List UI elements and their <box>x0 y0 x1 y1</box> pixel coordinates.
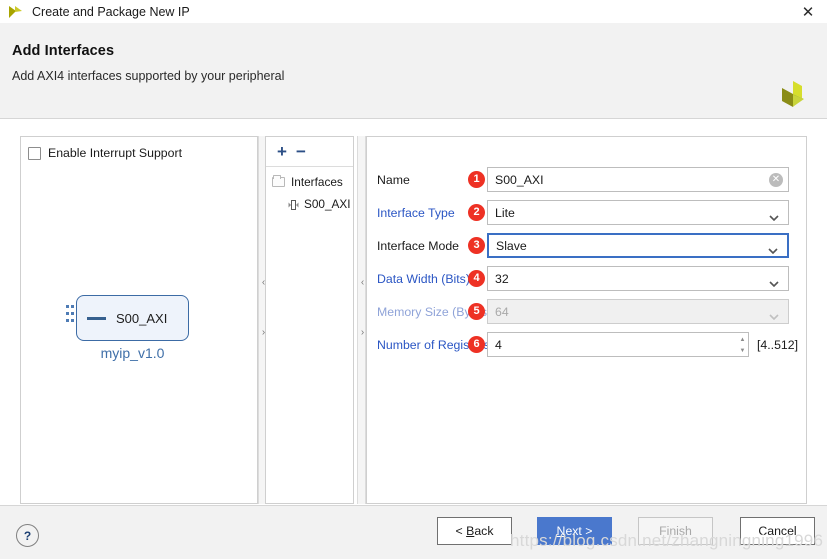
remove-interface-button[interactable]: − <box>296 143 306 160</box>
title-bar: Create and Package New IP ✕ <box>0 0 827 23</box>
name-input[interactable]: S00_AXI ✕ <box>487 167 789 192</box>
interface-type-value: Lite <box>495 205 515 220</box>
cancel-button[interactable]: Cancel <box>740 517 815 545</box>
chevron-down-icon <box>769 309 779 320</box>
number-of-registers-input[interactable]: 4 ▲ ▼ <box>487 332 749 357</box>
enable-interrupt-support-checkbox[interactable]: Enable Interrupt Support <box>28 146 182 160</box>
clear-icon[interactable]: ✕ <box>769 172 783 187</box>
data-width-dropdown[interactable]: 32 <box>487 266 789 291</box>
interface-mode-dropdown[interactable]: Slave <box>487 233 789 258</box>
back-button-label: < Back <box>455 524 494 538</box>
form-row-number-of-registers: Number of Registers 4 ▲ ▼ [4..512] <box>367 331 808 358</box>
window-title: Create and Package New IP <box>32 4 190 19</box>
form-row-data-width: Data Width (Bits) 32 <box>367 265 808 292</box>
spinner-down-icon[interactable]: ▼ <box>738 346 747 358</box>
finish-button-label: Finish <box>659 524 692 538</box>
ip-block-shape[interactable]: S00_AXI <box>66 295 189 341</box>
create-package-ip-dialog: Create and Package New IP ✕ Add Interfac… <box>0 0 827 559</box>
checkbox-label: Enable Interrupt Support <box>48 146 182 160</box>
annotation-badge-5: 5 <box>468 303 485 320</box>
chevron-down-icon <box>769 276 779 287</box>
next-button-label: Next > <box>556 524 593 538</box>
splitter-right[interactable]: ‹ › <box>357 136 366 504</box>
close-icon[interactable]: ✕ <box>797 2 819 22</box>
tree-toolbar: + − <box>266 137 353 167</box>
back-button[interactable]: < Back <box>437 517 512 545</box>
finish-button: Finish <box>638 517 713 545</box>
ip-port-bar-icon <box>87 316 106 320</box>
tree-item-s00-axi[interactable]: S00_AXI <box>288 197 351 211</box>
memory-size-dropdown: 64 <box>487 299 789 324</box>
memory-size-value: 64 <box>495 304 509 319</box>
form-row-name: Name S00_AXI ✕ <box>367 166 808 193</box>
folder-icon <box>272 175 285 187</box>
form-row-interface-mode: Interface Mode Slave <box>367 232 808 259</box>
next-button[interactable]: Next > <box>537 517 612 545</box>
annotation-badge-3: 3 <box>468 237 485 254</box>
checkbox-box[interactable] <box>28 146 41 160</box>
tree-item-s00-axi-label: S00_AXI <box>304 197 351 211</box>
number-of-registers-value: 4 <box>495 337 502 352</box>
dialog-body: Enable Interrupt Support S00_AXI myip_v1… <box>0 120 827 505</box>
add-interface-button[interactable]: + <box>277 143 287 160</box>
spinner-icon[interactable]: ▲ ▼ <box>738 334 747 357</box>
page-subtitle: Add AXI4 interfaces supported by your pe… <box>12 69 285 83</box>
ip-pins-icon <box>66 305 75 332</box>
annotation-badge-4: 4 <box>468 270 485 287</box>
interfaces-tree-panel: + − Interfaces S00_AXI <box>265 136 354 504</box>
ip-block-caption: myip_v1.0 <box>100 345 165 361</box>
form-row-interface-type: Interface Type Lite <box>367 199 808 226</box>
chevron-down-icon <box>768 243 778 254</box>
number-of-registers-range: [4..512] <box>757 337 799 352</box>
dialog-header: Add Interfaces Add AXI4 interfaces suppo… <box>0 23 827 119</box>
interface-properties-panel: Name S00_AXI ✕ Interface Type Lite Inter… <box>366 136 807 504</box>
vivado-logo-icon <box>6 3 28 21</box>
form-row-memory-size: Memory Size (Bytes) 64 <box>367 298 808 325</box>
data-width-value: 32 <box>495 271 509 286</box>
chevron-down-icon <box>769 210 779 221</box>
name-input-value: S00_AXI <box>495 172 544 187</box>
interface-type-dropdown[interactable]: Lite <box>487 200 789 225</box>
annotation-badge-1: 1 <box>468 171 485 188</box>
ip-block-interface-label: S00_AXI <box>116 310 168 326</box>
annotation-badge-6: 6 <box>468 336 485 353</box>
tree-item-interfaces[interactable]: Interfaces <box>272 175 343 189</box>
annotation-badge-2: 2 <box>468 204 485 221</box>
interface-icon <box>288 198 299 210</box>
help-button[interactable]: ? <box>16 524 39 547</box>
spinner-up-icon[interactable]: ▲ <box>738 334 747 346</box>
tree-item-interfaces-label: Interfaces <box>291 175 343 189</box>
xilinx-logo-icon <box>773 75 813 115</box>
interface-mode-value: Slave <box>496 238 527 253</box>
ip-diagram-panel: Enable Interrupt Support S00_AXI myip_v1… <box>20 136 258 504</box>
page-title: Add Interfaces <box>12 43 115 59</box>
cancel-button-label: Cancel <box>758 524 797 538</box>
